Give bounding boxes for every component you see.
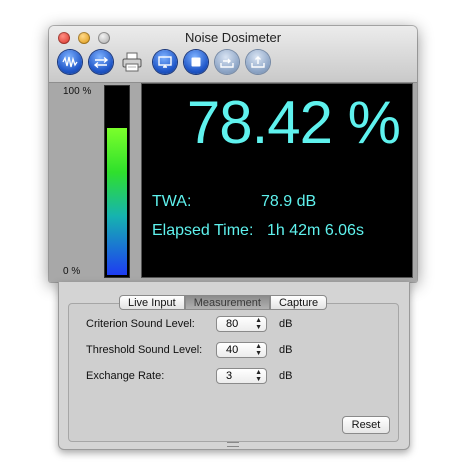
stop-icon [191, 57, 201, 67]
printer-icon [122, 52, 142, 72]
level-meter [104, 85, 130, 278]
title-bar[interactable]: Noise Dosimeter [49, 26, 417, 83]
export-icon [220, 58, 234, 68]
import-icon [251, 56, 265, 68]
settings-drawer: Live Input Measurement Capture Criterion… [58, 282, 410, 450]
tab-measurement[interactable]: Measurement [184, 295, 270, 310]
threshold-unit: dB [279, 344, 293, 356]
window-title: Noise Dosimeter [184, 30, 282, 45]
dose-percentage: 78.42 % [186, 89, 401, 156]
waveform-icon [62, 56, 78, 68]
threshold-stepper[interactable]: 40 ▲ ▼ [216, 342, 267, 358]
reset-button[interactable]: Reset [342, 416, 390, 434]
threshold-value: 40 [226, 344, 239, 356]
dose-display: 78.42 % TWA: 78.9 dB Elapsed Time: 1h 42… [141, 83, 413, 278]
criterion-stepper[interactable]: 80 ▲ ▼ [216, 316, 267, 332]
display-button[interactable] [153, 50, 177, 74]
export-button[interactable] [215, 50, 239, 74]
scale-bottom-label: 0 % [63, 266, 81, 277]
import-button[interactable] [246, 50, 270, 74]
resize-grip-icon[interactable] [227, 442, 239, 447]
tab-capture[interactable]: Capture [269, 295, 328, 310]
twa-value: 78.9 dB [261, 193, 317, 210]
level-meter-fill [107, 128, 127, 275]
tab-bar: Live Input Measurement Capture [119, 295, 328, 310]
twa-label: TWA: [152, 193, 192, 210]
criterion-label: Criterion Sound Level: [86, 318, 195, 330]
criterion-value: 80 [226, 318, 239, 330]
meter-area: 100 % 0 % 78.42 % TWA: 78.9 dB Elapsed T… [49, 83, 417, 282]
exchange-rate-stepper[interactable]: 3 ▲ ▼ [216, 368, 267, 384]
tab-live-input[interactable]: Live Input [119, 295, 185, 310]
stepper-arrows-icon[interactable]: ▲ ▼ [255, 369, 262, 383]
exchange-rate-label: Exchange Rate: [86, 370, 165, 382]
print-button[interactable] [120, 50, 144, 74]
criterion-unit: dB [279, 318, 293, 330]
threshold-label: Threshold Sound Level: [86, 344, 203, 356]
elapsed-time-value: 1h 42m 6.06s [267, 222, 364, 239]
waveform-button[interactable] [58, 50, 82, 74]
stepper-arrows-icon[interactable]: ▲ ▼ [255, 317, 262, 331]
scale-top-label: 100 % [63, 86, 92, 97]
elapsed-time-label: Elapsed Time: [152, 222, 254, 239]
stop-button[interactable] [184, 50, 208, 74]
settings-swap-button[interactable] [89, 50, 113, 74]
stepper-arrows-icon[interactable]: ▲ ▼ [255, 343, 262, 357]
display-icon [158, 56, 172, 68]
exchange-rate-unit: dB [279, 370, 293, 382]
exchange-rate-value: 3 [226, 370, 233, 382]
dosimeter-window: Noise Dosimeter 100 % 0 % 78.42 % TWA: 7… [49, 26, 417, 282]
settings-swap-icon [93, 56, 109, 68]
